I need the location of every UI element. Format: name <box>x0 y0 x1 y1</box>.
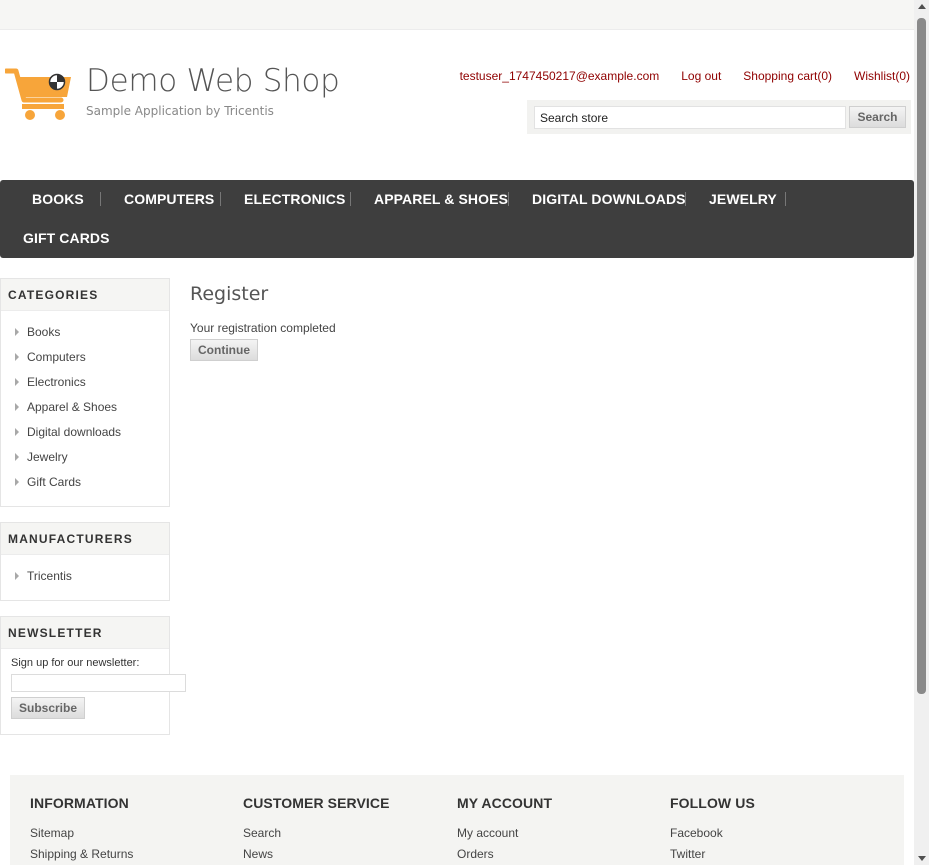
arrow-right-icon <box>15 477 19 486</box>
category-label: Gift Cards <box>27 474 82 489</box>
menu-separator <box>508 192 509 206</box>
menu-separator <box>350 192 351 206</box>
menu-item-apparel-shoes[interactable]: APPAREL & SHOES <box>374 191 508 207</box>
shopping-cart-link[interactable]: Shopping cart(0) <box>743 69 832 83</box>
manufacturers-title: MANUFACTURERS <box>1 523 169 555</box>
account-link[interactable]: testuser_1747450217@example.com <box>460 69 660 83</box>
category-label: Jewelry <box>27 449 68 464</box>
category-item-books[interactable]: Books <box>15 319 169 344</box>
footer-information: INFORMATION Sitemap Shipping & Returns <box>30 795 133 865</box>
subscribe-button[interactable]: Subscribe <box>11 697 85 719</box>
menu-item-electronics[interactable]: ELECTRONICS <box>244 191 345 207</box>
arrow-right-icon <box>15 327 19 336</box>
categories-title: CATEGORIES <box>1 279 169 311</box>
footer-link-search[interactable]: Search <box>243 826 390 847</box>
category-item-jewelry[interactable]: Jewelry <box>15 444 169 469</box>
manufacturer-item-tricentis[interactable]: Tricentis <box>15 563 169 588</box>
footer-heading: FOLLOW US <box>670 795 755 811</box>
footer-my-account: MY ACCOUNT My account Orders <box>457 795 552 865</box>
arrow-right-icon <box>15 427 19 436</box>
category-label: Computers <box>27 349 86 364</box>
scrollbar-thumb[interactable] <box>917 18 926 694</box>
footer-link-sitemap[interactable]: Sitemap <box>30 826 133 847</box>
manufacturer-label: Tricentis <box>27 568 72 583</box>
registration-result: Your registration completed <box>190 321 336 335</box>
arrow-right-icon <box>15 452 19 461</box>
continue-button[interactable]: Continue <box>190 339 258 361</box>
site-subtitle: Sample Application by Tricentis <box>86 104 274 118</box>
category-item-computers[interactable]: Computers <box>15 344 169 369</box>
menu-separator <box>220 192 221 206</box>
newsletter-label: Sign up for our newsletter: <box>11 657 140 669</box>
category-item-apparel-shoes[interactable]: Apparel & Shoes <box>15 394 169 419</box>
menu-item-computers[interactable]: COMPUTERS <box>124 191 214 207</box>
arrow-right-icon <box>15 352 19 361</box>
footer-customer-service: CUSTOMER SERVICE Search News <box>243 795 390 865</box>
newsletter-email-input[interactable] <box>11 674 186 692</box>
menu-separator <box>685 192 686 206</box>
arrow-right-icon <box>15 571 19 580</box>
footer-link-twitter[interactable]: Twitter <box>670 847 755 865</box>
site-title[interactable]: Demo Web Shop <box>86 63 340 99</box>
footer-heading: CUSTOMER SERVICE <box>243 795 390 811</box>
category-item-gift-cards[interactable]: Gift Cards <box>15 469 169 494</box>
menu-separator <box>100 192 101 206</box>
arrow-right-icon <box>15 377 19 386</box>
header-links: testuser_1747450217@example.com Log out … <box>460 69 910 83</box>
footer-link-orders[interactable]: Orders <box>457 847 552 865</box>
menu-separator <box>785 192 786 206</box>
category-label: Books <box>27 324 61 339</box>
menu-item-gift-cards[interactable]: GIFT CARDS <box>23 230 110 246</box>
search-input[interactable] <box>534 106 846 129</box>
menu-item-books[interactable]: BOOKS <box>32 191 84 207</box>
category-label: Electronics <box>27 374 86 389</box>
newsletter-title: NEWSLETTER <box>1 617 169 649</box>
scroll-up-arrow-icon[interactable] <box>918 4 926 9</box>
logout-link[interactable]: Log out <box>681 69 721 83</box>
menu-item-jewelry[interactable]: JEWELRY <box>709 191 777 207</box>
footer-link-facebook[interactable]: Facebook <box>670 826 755 847</box>
browser-top-strip <box>0 0 914 30</box>
category-label: Digital downloads <box>27 424 122 439</box>
shopping-cart-logo-icon[interactable] <box>3 66 75 126</box>
wishlist-link[interactable]: Wishlist(0) <box>854 69 910 83</box>
category-label: Apparel & Shoes <box>27 399 118 414</box>
arrow-right-icon <box>15 402 19 411</box>
page-title: Register <box>190 283 269 305</box>
manufacturers-block: MANUFACTURERS Tricentis <box>0 522 170 601</box>
footer-link-shipping-returns[interactable]: Shipping & Returns <box>30 847 133 865</box>
footer-follow-us: FOLLOW US Facebook Twitter <box>670 795 755 865</box>
category-item-electronics[interactable]: Electronics <box>15 369 169 394</box>
footer-link-news[interactable]: News <box>243 847 390 865</box>
footer-link-my-account[interactable]: My account <box>457 826 552 847</box>
footer-heading: MY ACCOUNT <box>457 795 553 811</box>
vertical-scrollbar[interactable] <box>914 0 929 865</box>
footer-heading: INFORMATION <box>30 795 129 811</box>
scroll-down-arrow-icon[interactable] <box>918 856 926 861</box>
search-button[interactable]: Search <box>849 106 906 128</box>
categories-block: CATEGORIES Books Computers Electronics A… <box>0 278 170 507</box>
category-item-digital-downloads[interactable]: Digital downloads <box>15 419 169 444</box>
menu-item-digital-downloads[interactable]: DIGITAL DOWNLOADS <box>532 191 686 207</box>
